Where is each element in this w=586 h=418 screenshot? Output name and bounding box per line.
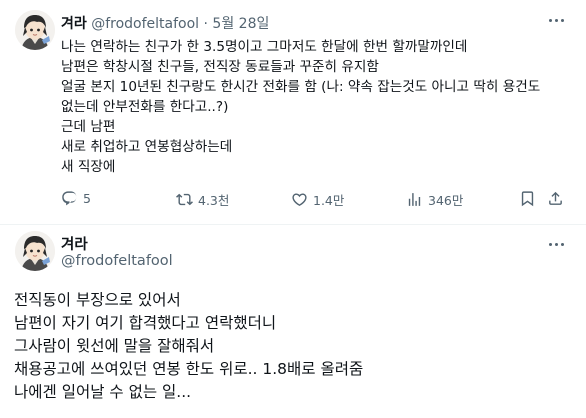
tweet-header: 겨라 @frodofeltafool · 5월 28일 [61,13,269,33]
user-handle[interactable]: @frodofeltafool [91,16,199,32]
like-button[interactable]: 1.4만 [291,190,344,209]
bookmark-button[interactable] [519,190,536,207]
tweet-text-line: 나에겐 일어날 수 없는 일... [14,383,192,401]
avatar[interactable] [15,231,55,271]
tweet-text: 전직동이 부장으로 있어서 남편이 자기 여기 합격했다고 연락했더니 그사람이… [14,289,574,404]
display-name[interactable]: 겨라 [61,16,87,32]
reply-count: 5 [83,191,91,206]
share-icon [549,191,562,205]
tweet-text-line: 전직동이 부장으로 있어서 [14,291,181,309]
user-handle[interactable]: @frodofeltafool [61,253,173,269]
heart-icon [292,193,307,206]
avatar[interactable] [15,10,55,50]
reply-button[interactable]: 5 [61,190,91,207]
views-icon [408,193,421,206]
tweet-text-line: 남편은 학창시절 친구들, 전직장 동료들과 꾸준히 유지함 [61,59,379,75]
tweet-text-line: 채용공고에 쓰여있던 연봉 한도 위로.. 1.8배로 올려줌 [14,360,364,378]
reply-icon [62,191,77,206]
tweet-text-line: 새 직장에 [61,159,116,175]
tweet-text-line: 없는데 안부전화를 한다고..?) [61,99,229,115]
display-name[interactable]: 겨라 [61,233,88,254]
tweet-text-line: 나는 연락하는 친구가 한 3.5명이고 그마저도 한달에 한번 할까말까인데 [61,39,468,55]
tweet-text-line: 남편이 자기 여기 합격했다고 연락했더니 [14,314,277,332]
tweet-date[interactable]: 5월 28일 [212,16,269,32]
tweet-text-line: 그사람이 윗선에 말을 잘해줘서 [14,337,215,355]
more-icon[interactable] [544,10,568,30]
tweet-actions: 5 4.3천 1.4만 346만 [61,190,564,210]
tweet-text-line: 새로 취업하고 연봉협상하는데 [61,139,233,155]
retweet-button[interactable]: 4.3천 [176,190,229,209]
tweet-text: 나는 연락하는 친구가 한 3.5명이고 그마저도 한달에 한번 할까말까인데 … [61,37,576,177]
separator-dot: · [203,16,208,32]
retweet-icon [176,193,193,206]
avatar-image [15,231,55,271]
more-icon[interactable] [544,234,568,254]
views-button[interactable]: 346만 [406,190,463,209]
avatar-image [15,10,55,50]
like-count: 1.4만 [313,193,345,208]
view-count: 346만 [428,193,464,208]
tweet-text-line: 근데 남편 [61,119,116,135]
retweet-count: 4.3천 [198,193,230,208]
bookmark-icon [521,191,534,207]
share-button[interactable] [547,190,564,207]
tweet-1[interactable]: 겨라 @frodofeltafool · 5월 28일 나는 연락하는 친구가 … [0,0,586,225]
tweet-text-line: 얼굴 본지 10년된 친구랑도 한시간 전화를 함 (나: 약속 잡는것도 아니… [61,79,541,95]
